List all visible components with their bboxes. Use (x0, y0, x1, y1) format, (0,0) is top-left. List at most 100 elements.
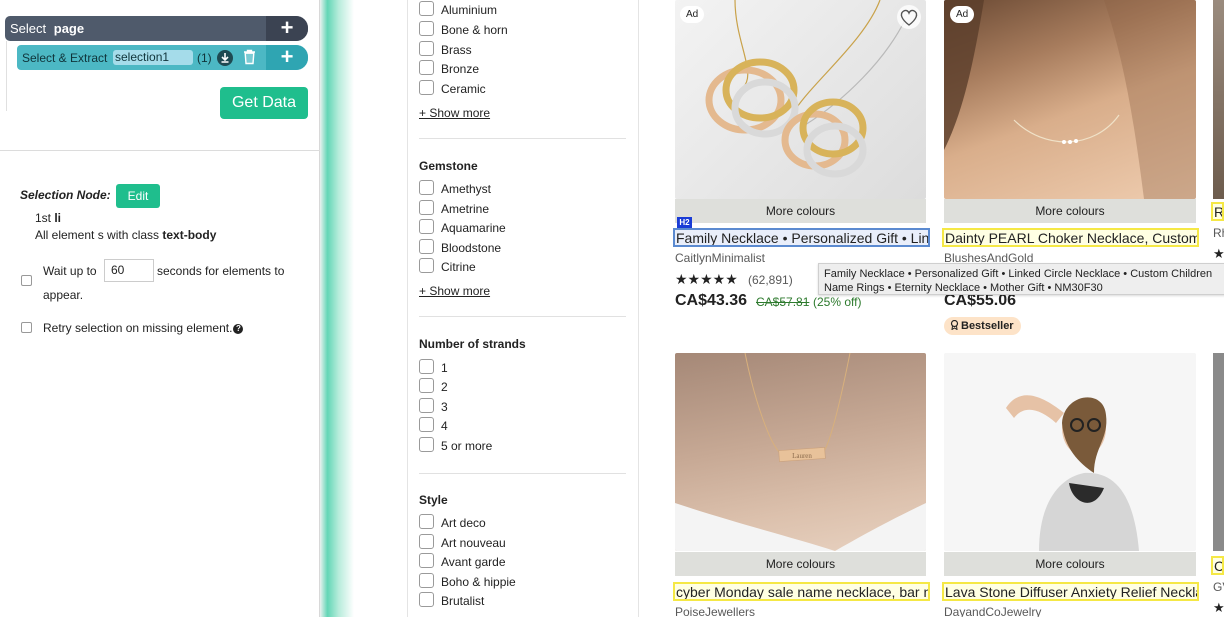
star-rating: ★ (1213, 246, 1224, 261)
shop-name[interactable]: DayandCoJewelry (944, 605, 1041, 617)
filter-separator (419, 316, 626, 317)
shop-name[interactable]: CaitlynMinimalist (675, 251, 765, 265)
checkbox[interactable] (419, 219, 434, 234)
checkbox[interactable] (419, 21, 434, 36)
filter-heading: Number of strands (419, 337, 526, 351)
shop-name[interactable]: PoiseJewellers (675, 605, 755, 617)
panel-edge-shadow (320, 0, 354, 617)
product-image[interactable]: Lauren (675, 353, 926, 551)
product-title[interactable]: cyber Monday sale name necklace, bar nec… (673, 582, 930, 601)
title-tooltip: Family Necklace • Personalized Gift • Li… (818, 263, 1224, 295)
bestseller-badge: Bestseller (944, 317, 1021, 335)
product-title[interactable]: Family Necklace • Personalized Gift • Li… (673, 228, 930, 247)
ad-badge: Ad (950, 6, 975, 23)
get-data-button[interactable]: Get Data (220, 87, 308, 119)
product-title[interactable]: C (1211, 556, 1224, 575)
product-title-text: Ra (1214, 204, 1224, 220)
product-image[interactable] (944, 353, 1196, 551)
product-image[interactable] (1213, 0, 1224, 199)
checkbox[interactable] (419, 514, 434, 529)
filter-border (638, 0, 639, 617)
checkbox[interactable] (419, 417, 434, 432)
checkbox[interactable] (419, 573, 434, 588)
select-page-label: Select page (10, 21, 85, 36)
checkbox[interactable] (419, 398, 434, 413)
checkbox[interactable] (419, 200, 434, 215)
add-child-button[interactable]: + (266, 16, 308, 41)
filter-border (407, 0, 408, 617)
node-index: 1st li (35, 211, 62, 225)
checkbox[interactable] (419, 60, 434, 75)
filter-separator (419, 473, 626, 474)
checkbox[interactable] (419, 1, 434, 16)
select-extract-node[interactable]: Select & Extract selection1 (1) + (17, 45, 308, 70)
original-price: CA$57.81 (756, 295, 810, 309)
product-image[interactable] (944, 0, 1196, 199)
shop-name[interactable]: GV (1213, 580, 1224, 594)
add-child-button[interactable]: + (266, 45, 308, 70)
product-image[interactable] (1213, 353, 1224, 551)
more-colours-label[interactable]: More colours (944, 199, 1196, 223)
product-title[interactable]: Lava Stone Diffuser Anxiety Relief Neckl… (942, 582, 1199, 601)
product-title-text: Dainty PEARL Choker Necklace, Custom Pea… (945, 230, 1199, 246)
selection-count: (1) (197, 51, 212, 65)
checkbox[interactable] (419, 437, 434, 452)
select-page-node[interactable]: Select page + (5, 16, 308, 41)
product-title-text: Family Necklace • Personalized Gift • Li… (676, 230, 930, 246)
discount-label: (25% off) (813, 295, 862, 309)
checkbox[interactable] (419, 258, 434, 273)
checkbox[interactable] (419, 180, 434, 195)
help-icon[interactable]: ? (233, 324, 244, 334)
trash-icon[interactable] (243, 49, 256, 68)
scraper-panel: Select page + Select & Extract selection… (0, 0, 320, 617)
product-title[interactable]: Ra (1211, 202, 1224, 221)
ad-badge: Ad (680, 6, 705, 23)
retry-checkbox[interactable] (21, 322, 32, 333)
wait-label-end: appear. (43, 288, 84, 302)
wait-seconds-input[interactable]: 60 (104, 259, 154, 282)
filter-separator (419, 138, 626, 139)
filter-heading: Gemstone (419, 159, 478, 173)
wait-label-suffix: seconds for elements to (157, 264, 285, 278)
more-colours-label[interactable]: More colours (675, 199, 926, 223)
woman-illustration (1006, 395, 1139, 551)
show-more-link[interactable]: + Show more (419, 106, 490, 120)
star-rating: ★ (1213, 600, 1224, 615)
product-title[interactable]: Dainty PEARL Choker Necklace, Custom Pea… (942, 228, 1199, 247)
heart-icon[interactable] (897, 5, 921, 29)
tree-connector (6, 41, 7, 111)
checkbox[interactable] (419, 534, 434, 549)
shop-name[interactable]: Rh (1213, 226, 1224, 240)
review-count: (62,891) (748, 273, 793, 287)
product-title-text: C (1214, 558, 1224, 574)
checkbox[interactable] (419, 80, 434, 95)
product-title-text: Lava Stone Diffuser Anxiety Relief Neckl… (945, 584, 1199, 600)
product-image[interactable] (675, 0, 926, 199)
checkbox[interactable] (419, 553, 434, 568)
tooltip-line: Name Rings • Eternity Necklace • Mother … (824, 282, 1103, 294)
filter-heading: Style (419, 493, 448, 507)
wait-label: Wait up to (43, 264, 97, 278)
more-colours-label[interactable]: More colours (944, 552, 1196, 576)
necklace-illustration (705, 0, 906, 178)
wait-checkbox[interactable] (21, 275, 32, 286)
checkbox[interactable] (419, 359, 434, 374)
download-icon[interactable] (217, 50, 233, 66)
checkbox[interactable] (419, 41, 434, 56)
choker-illustration (944, 0, 1196, 199)
select-extract-label: Select & Extract (22, 51, 108, 65)
award-icon (950, 319, 959, 331)
checkbox[interactable] (419, 239, 434, 254)
more-colours-label[interactable]: More colours (675, 552, 926, 576)
edit-button[interactable]: Edit (116, 184, 160, 208)
selection-node-label: Selection Node: (20, 188, 111, 202)
selection-name-field[interactable]: selection1 (113, 50, 193, 65)
tooltip-line: Family Necklace • Personalized Gift • Li… (824, 268, 1213, 280)
checkbox[interactable] (419, 378, 434, 393)
panel-divider (0, 150, 320, 151)
product-title-text: cyber Monday sale name necklace, bar nec… (676, 584, 928, 600)
checkbox[interactable] (419, 592, 434, 607)
retry-label: Retry selection on missing element.? (43, 321, 244, 335)
bar-necklace-illustration: Lauren (675, 353, 926, 551)
show-more-link[interactable]: + Show more (419, 284, 490, 298)
